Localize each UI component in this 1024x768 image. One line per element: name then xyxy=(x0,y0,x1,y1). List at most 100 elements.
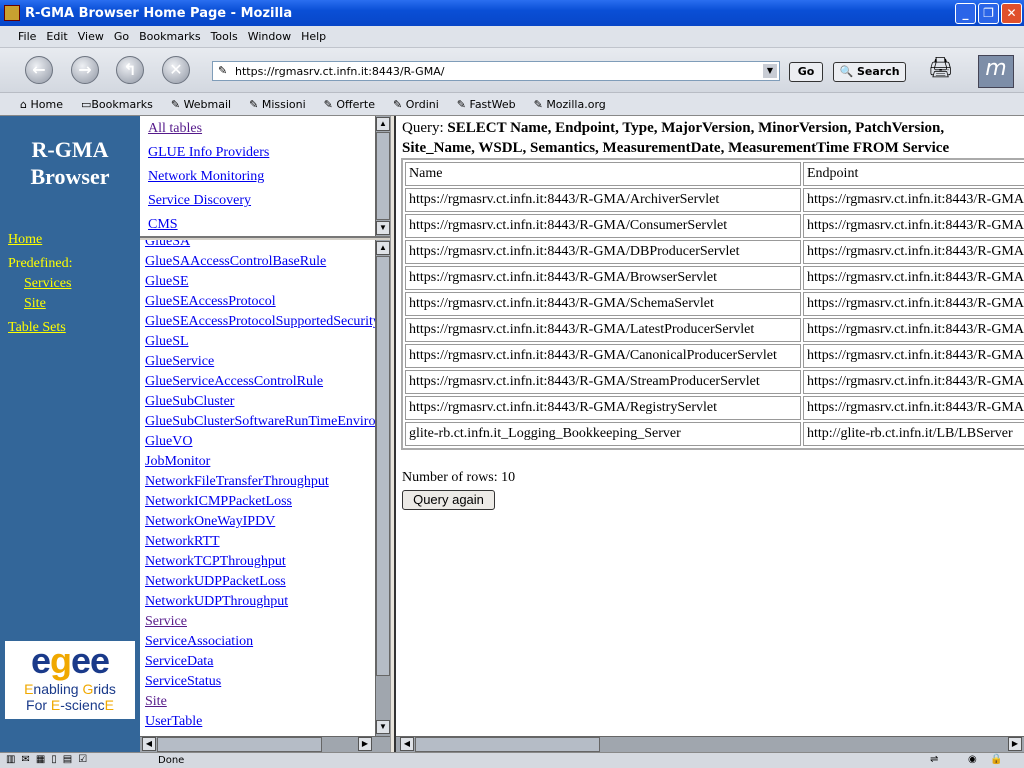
column-header: Name xyxy=(405,162,801,186)
scroll-thumb[interactable] xyxy=(157,737,322,752)
table-link[interactable]: GlueSAAccessControlBaseRule xyxy=(145,254,326,270)
scroll-up-icon[interactable]: ▲ xyxy=(376,241,390,255)
table-link[interactable]: NetworkTCPThroughput xyxy=(145,554,286,570)
bookmark-home[interactable]: ⌂ Home xyxy=(20,98,72,111)
scroll-down-icon[interactable]: ▼ xyxy=(376,720,390,734)
table-link[interactable]: GlueSEAccessProtocol xyxy=(145,294,276,310)
menu-file[interactable]: File xyxy=(18,30,36,43)
scroll-right-icon[interactable]: ▶ xyxy=(1008,737,1022,751)
table-link[interactable]: ServiceData xyxy=(145,654,213,670)
minimize-button[interactable]: _ xyxy=(955,3,976,24)
table-row: https://rgmasrv.ct.infn.it:8443/R-GMA/Ar… xyxy=(405,188,1024,212)
table-link[interactable]: GlueServiceAccessControlRule xyxy=(145,374,323,390)
results-frame: Query: SELECT Name, Endpoint, Type, Majo… xyxy=(396,116,1024,736)
home-link[interactable]: Home xyxy=(8,232,42,248)
forward-icon[interactable]: → xyxy=(71,56,99,84)
horizontal-scrollbar[interactable]: ◀ ▶ xyxy=(140,736,390,752)
table-link[interactable]: NetworkFileTransferThroughput xyxy=(145,474,329,490)
go-button[interactable]: Go xyxy=(789,62,823,82)
column-header: Endpoint xyxy=(803,162,1024,186)
scroll-thumb[interactable] xyxy=(376,132,390,220)
query-again-button[interactable]: Query again xyxy=(402,490,495,510)
table-link[interactable]: ServiceStatus xyxy=(145,674,221,690)
table-sets-link[interactable]: Table Sets xyxy=(8,320,66,336)
table-link[interactable]: GlueSubCluster xyxy=(145,394,234,410)
table-link[interactable]: GlueSubClusterSoftwareRunTimeEnvironment xyxy=(145,414,390,430)
scroll-right-icon[interactable]: ▶ xyxy=(358,737,372,751)
menu-go[interactable]: Go xyxy=(114,30,129,43)
table-link[interactable]: GlueService xyxy=(145,354,214,370)
url-dropdown-icon[interactable]: ▼ xyxy=(763,64,777,78)
url-input[interactable]: ✎ https://rgmasrv.ct.infn.it:8443/R-GMA/… xyxy=(212,61,780,81)
table-cell: https://rgmasrv.ct.infn.it:8443/R-GMA/St… xyxy=(405,370,801,394)
table-link[interactable]: GlueSL xyxy=(145,334,189,350)
table-link[interactable]: GlueSA xyxy=(145,240,190,250)
bookmark-missioni[interactable]: ✎ Missioni xyxy=(249,98,315,111)
menu-window[interactable]: Window xyxy=(248,30,291,43)
lock-icon: 🔒 xyxy=(990,754,1003,765)
table-link[interactable]: GlueVO xyxy=(145,434,192,450)
bookmark-fastweb[interactable]: ✎ FastWeb xyxy=(457,98,525,111)
table-link[interactable]: GlueSEAccessProtocolSupportedSecurity xyxy=(145,314,380,330)
scroll-up-icon[interactable]: ▲ xyxy=(376,117,390,131)
table-link[interactable]: GlueSE xyxy=(145,274,189,290)
table-cell: https://rgmasrv.ct.infn.it:8443/R-GMA/DB… xyxy=(405,240,801,264)
table-row: https://rgmasrv.ct.infn.it:8443/R-GMA/Sc… xyxy=(405,292,1024,316)
maximize-button[interactable]: ❐ xyxy=(978,3,999,24)
bookmark-webmail[interactable]: ✎ Webmail xyxy=(171,98,240,111)
search-button[interactable]: 🔍 Search xyxy=(833,62,906,82)
table-set-link[interactable]: CMS xyxy=(148,217,178,233)
vertical-scrollbar[interactable]: ▲ ▼ xyxy=(375,116,390,236)
menu-bar: File Edit View Go Bookmarks Tools Window… xyxy=(0,26,1024,48)
table-link[interactable]: UserTable xyxy=(145,714,202,730)
component-bar-icons[interactable]: ▥✉▦▯▤☑ xyxy=(6,754,93,765)
table-link[interactable]: NetworkUDPPacketLoss xyxy=(145,574,286,590)
menu-view[interactable]: View xyxy=(78,30,104,43)
back-icon[interactable]: ← xyxy=(25,56,53,84)
mozilla-app-icon xyxy=(4,5,20,21)
table-row: glite-rb.ct.infn.it_Logging_Bookkeeping_… xyxy=(405,422,1024,446)
close-button[interactable]: ✕ xyxy=(1001,3,1022,24)
menu-help[interactable]: Help xyxy=(301,30,326,43)
table-cell: https://rgmasrv.ct.infn.it:8443/R-GMA/Re… xyxy=(405,396,801,420)
bookmark-folder[interactable]: ▭Bookmarks xyxy=(81,98,162,111)
scroll-down-icon[interactable]: ▼ xyxy=(376,221,390,235)
table-cell: https://rgmasrv.ct.infn.it:8443/R-GMA/La… xyxy=(405,318,801,342)
table-set-link[interactable]: Network Monitoring xyxy=(148,169,264,185)
services-link[interactable]: Services xyxy=(24,276,71,292)
print-icon[interactable]: 🖨 xyxy=(928,55,958,85)
window-title: R-GMA Browser Home Page - Mozilla xyxy=(25,5,293,21)
table-set-link[interactable]: Service Discovery xyxy=(148,193,251,209)
table-set-link[interactable]: GLUE Info Providers xyxy=(148,145,269,161)
table-link[interactable]: NetworkOneWayIPDV xyxy=(145,514,275,530)
vertical-scrollbar[interactable]: ▲ ▼ xyxy=(375,240,390,736)
scroll-thumb[interactable] xyxy=(376,256,390,676)
table-cell: https://rgmasrv.ct.infn.it:8443/R-GMA xyxy=(803,344,1024,368)
scroll-left-icon[interactable]: ◀ xyxy=(142,737,156,751)
table-row: https://rgmasrv.ct.infn.it:8443/R-GMA/Re… xyxy=(405,396,1024,420)
row-count: Number of rows: 10 xyxy=(402,470,516,485)
bookmark-mozilla[interactable]: ✎ Mozilla.org xyxy=(534,98,615,111)
table-link[interactable]: NetworkUDPThroughput xyxy=(145,594,288,610)
bookmark-offerte[interactable]: ✎ Offerte xyxy=(324,98,384,111)
menu-bookmarks[interactable]: Bookmarks xyxy=(139,30,200,43)
menu-tools[interactable]: Tools xyxy=(211,30,238,43)
table-link[interactable]: JobMonitor xyxy=(145,454,210,470)
scroll-left-icon[interactable]: ◀ xyxy=(400,737,414,751)
bookmark-ordini[interactable]: ✎ Ordini xyxy=(393,98,448,111)
query-text: Query: SELECT Name, Endpoint, Type, Majo… xyxy=(402,120,950,156)
table-link[interactable]: Service xyxy=(145,614,187,630)
stop-icon[interactable]: ✕ xyxy=(162,56,190,84)
horizontal-scrollbar[interactable]: ◀ ▶ xyxy=(396,736,1024,752)
table-cell: https://rgmasrv.ct.infn.it:8443/R-GMA xyxy=(803,240,1024,264)
site-link[interactable]: Site xyxy=(24,296,46,312)
reload-icon[interactable]: ↰ xyxy=(116,56,144,84)
menu-edit[interactable]: Edit xyxy=(46,30,67,43)
table-link[interactable]: NetworkICMPPacketLoss xyxy=(145,494,292,510)
table-link[interactable]: ServiceAssociation xyxy=(145,634,253,650)
table-link[interactable]: NetworkRTT xyxy=(145,534,220,550)
table-link[interactable]: Site xyxy=(145,694,167,710)
table-cell: https://rgmasrv.ct.infn.it:8443/R-GMA/Ar… xyxy=(405,188,801,212)
scroll-thumb[interactable] xyxy=(415,737,600,752)
table-set-link[interactable]: All tables xyxy=(148,121,202,137)
